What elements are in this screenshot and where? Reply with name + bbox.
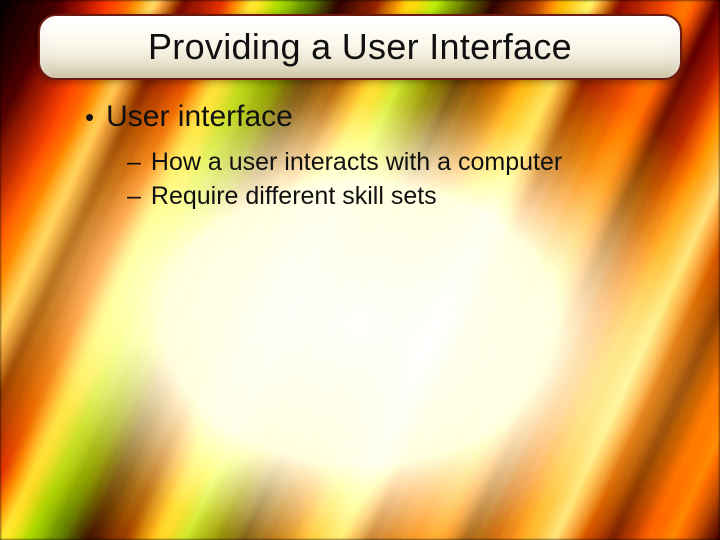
list-item-label: User interface bbox=[106, 100, 293, 134]
list-item-label: Require different skill sets bbox=[151, 180, 437, 214]
background-light-streaks bbox=[0, 0, 720, 540]
sub-list: – How a user interacts with a computer –… bbox=[127, 146, 660, 214]
list-item: • User interface bbox=[85, 100, 660, 134]
slide-title: Providing a User Interface bbox=[148, 26, 572, 68]
list-item-label: How a user interacts with a computer bbox=[151, 146, 562, 180]
bullet-icon: • bbox=[85, 104, 94, 130]
title-bar: Providing a User Interface bbox=[38, 14, 682, 80]
dash-icon: – bbox=[127, 180, 141, 214]
slide-body: • User interface – How a user interacts … bbox=[85, 100, 660, 214]
dash-icon: – bbox=[127, 146, 141, 180]
list-item: – How a user interacts with a computer bbox=[127, 146, 660, 180]
list-item: – Require different skill sets bbox=[127, 180, 660, 214]
